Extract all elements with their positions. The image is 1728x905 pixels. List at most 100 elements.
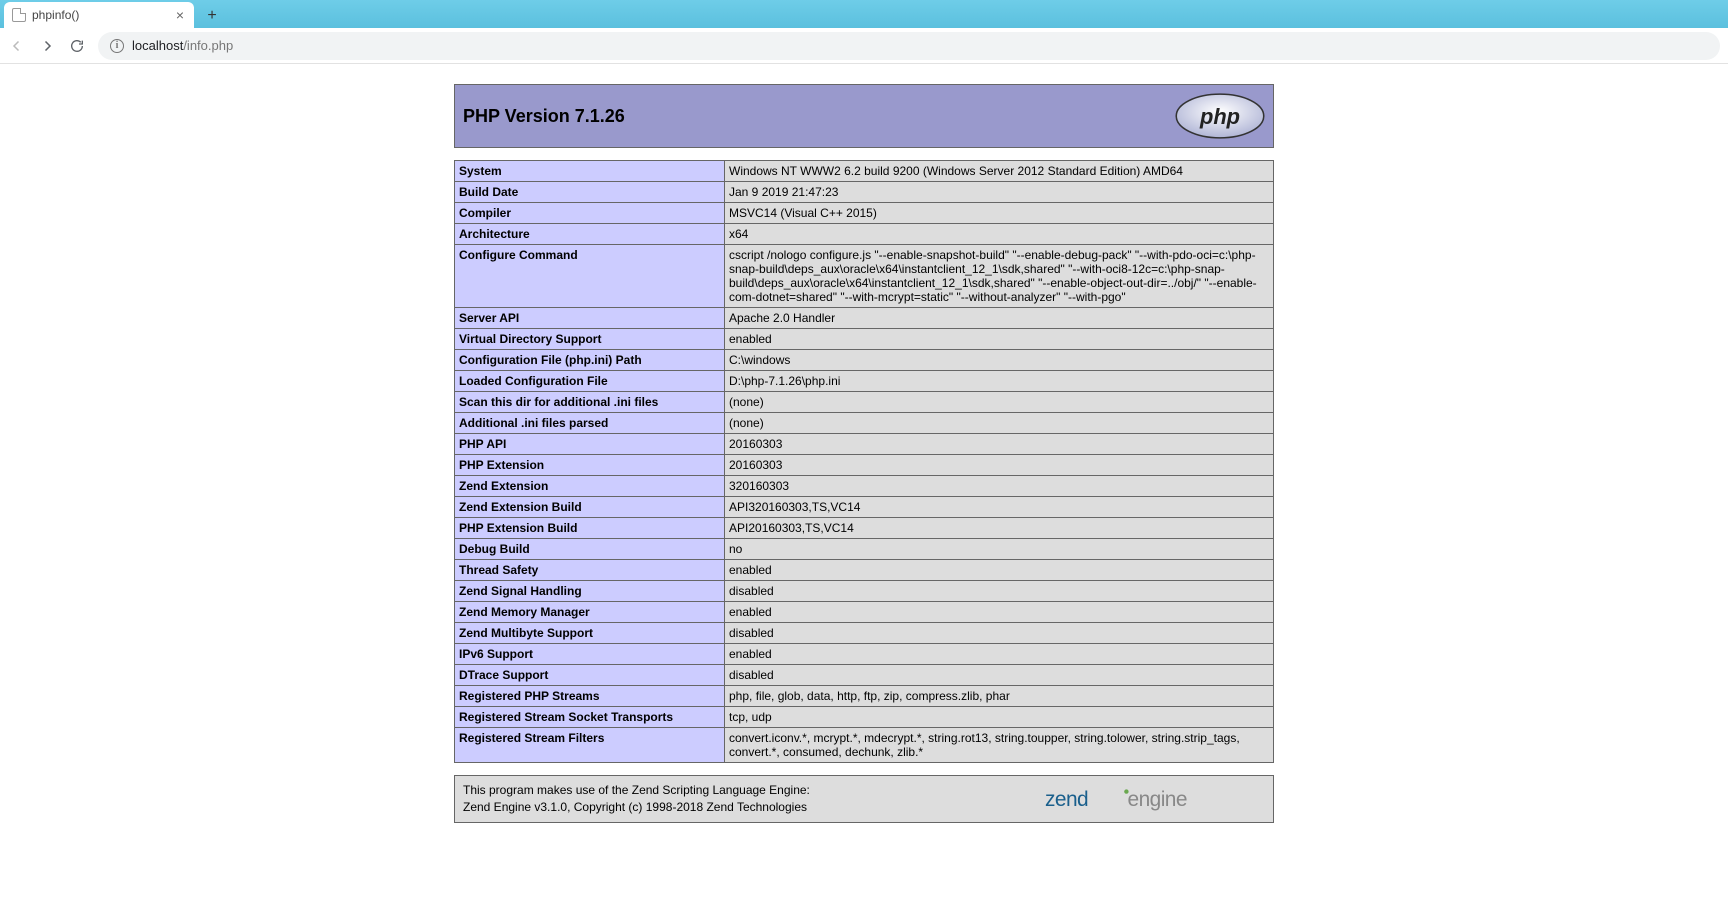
new-tab-button[interactable]: + (200, 4, 224, 28)
table-row: SystemWindows NT WWW2 6.2 build 9200 (Wi… (455, 161, 1274, 182)
row-key: Zend Extension (455, 476, 725, 497)
table-row: Registered Stream Filtersconvert.iconv.*… (455, 728, 1274, 763)
row-value: Apache 2.0 Handler (725, 308, 1274, 329)
svg-text:php: php (1199, 104, 1240, 129)
row-key: Configure Command (455, 245, 725, 308)
row-key: Zend Extension Build (455, 497, 725, 518)
file-icon (12, 8, 26, 22)
url-path: /info.php (183, 38, 233, 53)
table-row: Zend Signal Handlingdisabled (455, 581, 1274, 602)
row-value: disabled (725, 665, 1274, 686)
row-value: 320160303 (725, 476, 1274, 497)
page-title: PHP Version 7.1.26 (463, 106, 625, 127)
table-row: Server APIApache 2.0 Handler (455, 308, 1274, 329)
row-key: Additional .ini files parsed (455, 413, 725, 434)
row-value: convert.iconv.*, mcrypt.*, mdecrypt.*, s… (725, 728, 1274, 763)
row-key: PHP Extension Build (455, 518, 725, 539)
table-row: Zend Extension320160303 (455, 476, 1274, 497)
row-key: Loaded Configuration File (455, 371, 725, 392)
tab-title: phpinfo() (32, 8, 168, 22)
zend-text: This program makes use of the Zend Scrip… (463, 782, 810, 816)
row-value: Jan 9 2019 21:47:23 (725, 182, 1274, 203)
row-value: D:\php-7.1.26\php.ini (725, 371, 1274, 392)
phpinfo-table: SystemWindows NT WWW2 6.2 build 9200 (Wi… (454, 160, 1274, 763)
row-key: Registered PHP Streams (455, 686, 725, 707)
php-logo-icon: php (1173, 91, 1267, 141)
table-row: Registered PHP Streamsphp, file, glob, d… (455, 686, 1274, 707)
reload-icon[interactable] (68, 37, 86, 55)
table-row: Architecturex64 (455, 224, 1274, 245)
browser-tabbar: phpinfo() × + (0, 0, 1728, 28)
row-key: System (455, 161, 725, 182)
url-text: localhost/info.php (132, 38, 233, 53)
row-key: Registered Stream Filters (455, 728, 725, 763)
row-key: Compiler (455, 203, 725, 224)
table-row: Additional .ini files parsed(none) (455, 413, 1274, 434)
row-key: Build Date (455, 182, 725, 203)
table-row: Loaded Configuration FileD:\php-7.1.26\p… (455, 371, 1274, 392)
row-value: disabled (725, 623, 1274, 644)
row-key: PHP Extension (455, 455, 725, 476)
table-row: PHP API20160303 (455, 434, 1274, 455)
table-row: PHP Extension20160303 (455, 455, 1274, 476)
row-key: Virtual Directory Support (455, 329, 725, 350)
row-key: Architecture (455, 224, 725, 245)
row-value: API320160303,TS,VC14 (725, 497, 1274, 518)
table-row: Configure Commandcscript /nologo configu… (455, 245, 1274, 308)
row-value: enabled (725, 602, 1274, 623)
table-row: Scan this dir for additional .ini files(… (455, 392, 1274, 413)
table-row: Configuration File (php.ini) PathC:\wind… (455, 350, 1274, 371)
row-value: Windows NT WWW2 6.2 build 9200 (Windows … (725, 161, 1274, 182)
page-content: PHP Version 7.1.26 php SystemWindows NT … (0, 64, 1728, 863)
browser-tab-active[interactable]: phpinfo() × (4, 2, 194, 28)
row-value: x64 (725, 224, 1274, 245)
table-row: IPv6 Supportenabled (455, 644, 1274, 665)
row-value: (none) (725, 413, 1274, 434)
forward-icon[interactable] (38, 37, 56, 55)
row-value: 20160303 (725, 455, 1274, 476)
row-value: tcp, udp (725, 707, 1274, 728)
table-row: PHP Extension BuildAPI20160303,TS,VC14 (455, 518, 1274, 539)
row-key: Zend Memory Manager (455, 602, 725, 623)
row-value: MSVC14 (Visual C++ 2015) (725, 203, 1274, 224)
table-row: DTrace Supportdisabled (455, 665, 1274, 686)
row-key: Server API (455, 308, 725, 329)
svg-text:engine: engine (1128, 788, 1187, 811)
table-row: Build DateJan 9 2019 21:47:23 (455, 182, 1274, 203)
row-key: Zend Multibyte Support (455, 623, 725, 644)
zend-line2: Zend Engine v3.1.0, Copyright (c) 1998-2… (463, 800, 807, 814)
site-info-icon[interactable]: i (110, 39, 124, 53)
url-host: localhost (132, 38, 183, 53)
row-key: DTrace Support (455, 665, 725, 686)
row-value: enabled (725, 644, 1274, 665)
row-value: (none) (725, 392, 1274, 413)
zend-box: This program makes use of the Zend Scrip… (454, 775, 1274, 823)
table-row: Debug Buildno (455, 539, 1274, 560)
browser-toolbar: i localhost/info.php (0, 28, 1728, 64)
row-key: Registered Stream Socket Transports (455, 707, 725, 728)
table-row: Zend Memory Managerenabled (455, 602, 1274, 623)
table-row: Zend Multibyte Supportdisabled (455, 623, 1274, 644)
table-row: Thread Safetyenabled (455, 560, 1274, 581)
svg-text:zend: zend (1045, 788, 1088, 811)
row-value: C:\windows (725, 350, 1274, 371)
row-key: Configuration File (php.ini) Path (455, 350, 725, 371)
row-key: Debug Build (455, 539, 725, 560)
row-value: enabled (725, 560, 1274, 581)
row-value: API20160303,TS,VC14 (725, 518, 1274, 539)
row-key: PHP API (455, 434, 725, 455)
row-key: Scan this dir for additional .ini files (455, 392, 725, 413)
row-value: cscript /nologo configure.js "--enable-s… (725, 245, 1274, 308)
table-row: Registered Stream Socket Transportstcp, … (455, 707, 1274, 728)
row-key: Thread Safety (455, 560, 725, 581)
row-key: Zend Signal Handling (455, 581, 725, 602)
row-value: php, file, glob, data, http, ftp, zip, c… (725, 686, 1274, 707)
back-icon[interactable] (8, 37, 26, 55)
row-key: IPv6 Support (455, 644, 725, 665)
table-row: Virtual Directory Supportenabled (455, 329, 1274, 350)
row-value: enabled (725, 329, 1274, 350)
close-icon[interactable]: × (174, 7, 186, 23)
phpinfo-header: PHP Version 7.1.26 php (454, 84, 1274, 148)
zend-line1: This program makes use of the Zend Scrip… (463, 783, 810, 797)
address-bar[interactable]: i localhost/info.php (98, 32, 1720, 60)
